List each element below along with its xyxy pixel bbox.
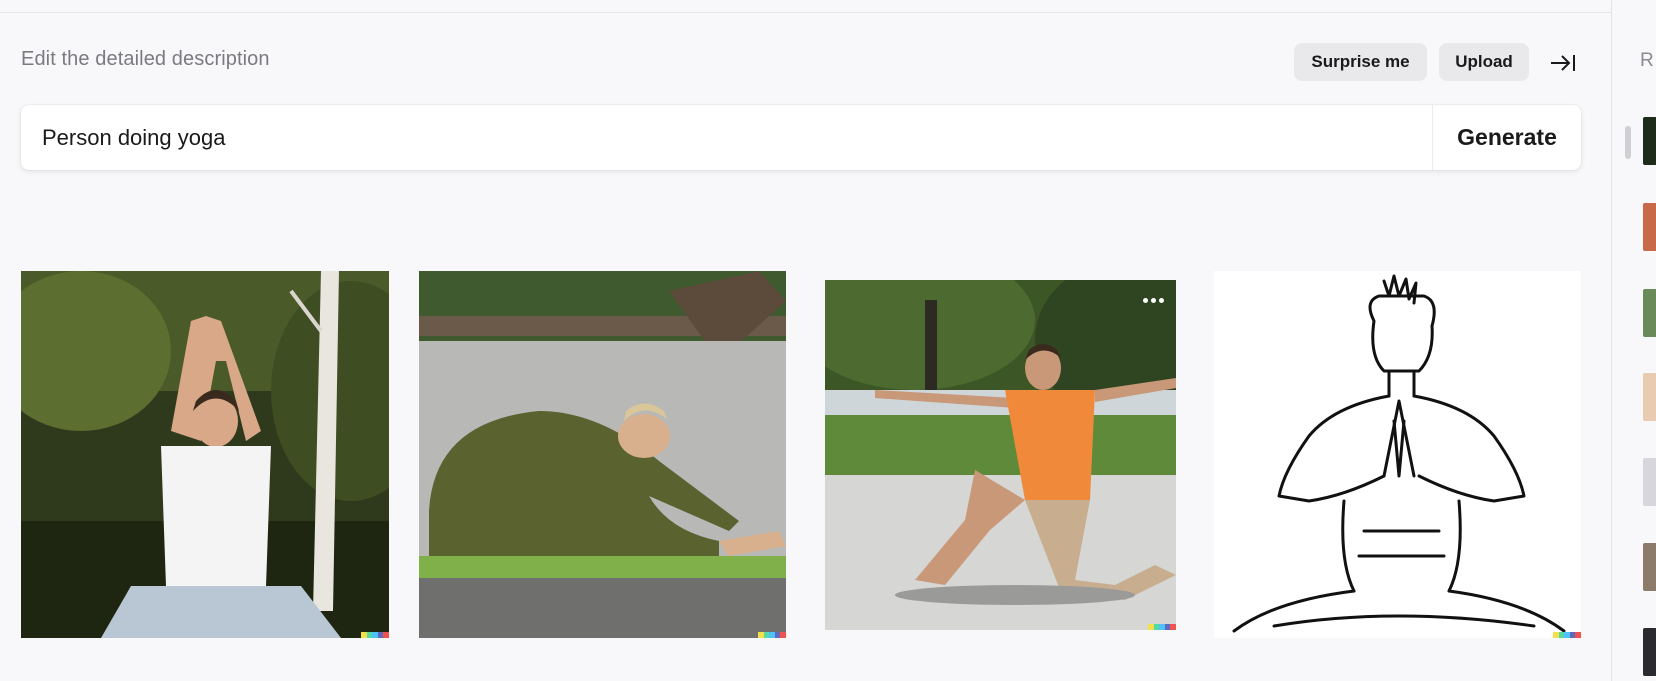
arrow-to-right-bar-icon [1551,55,1575,71]
more-options-icon[interactable] [1143,298,1164,303]
result-image-2[interactable] [419,271,786,638]
history-thumbnail[interactable] [1643,373,1656,421]
prompt-input[interactable] [21,105,1432,170]
collapse-panel-button[interactable] [1547,47,1579,79]
history-thumbnail[interactable] [1643,289,1656,337]
yoga-sketch-4-image [1214,271,1581,638]
result-image-3[interactable] [825,280,1176,630]
dalle-editor-page: Edit the detailed description Surprise m… [0,0,1656,681]
surprise-me-button[interactable]: Surprise me [1294,43,1427,81]
generated-badge [1553,632,1581,638]
generated-badge [361,632,389,638]
upload-button[interactable]: Upload [1439,43,1529,81]
prompt-bar: Generate [21,105,1581,170]
generated-badge [758,632,786,638]
history-thumbnail[interactable] [1643,117,1656,165]
result-image-1[interactable] [21,271,389,638]
sidebar-scrollbar[interactable] [1625,126,1631,159]
result-image-4[interactable] [1214,271,1581,638]
history-thumbnail[interactable] [1643,543,1656,591]
history-thumbnail[interactable] [1643,203,1656,251]
history-thumbnail[interactable] [1643,458,1656,506]
generate-button[interactable]: Generate [1433,105,1581,170]
yoga-photo-2-image [419,271,786,638]
description-label: Edit the detailed description [21,48,270,70]
history-thumbnail[interactable] [1643,628,1656,676]
main-panel: Edit the detailed description Surprise m… [0,0,1611,681]
yoga-photo-3-image [825,280,1176,630]
generated-badge [1148,624,1176,630]
yoga-photo-1-image [21,271,389,638]
history-sidebar: R [1611,0,1656,681]
sidebar-title: R [1640,50,1654,71]
